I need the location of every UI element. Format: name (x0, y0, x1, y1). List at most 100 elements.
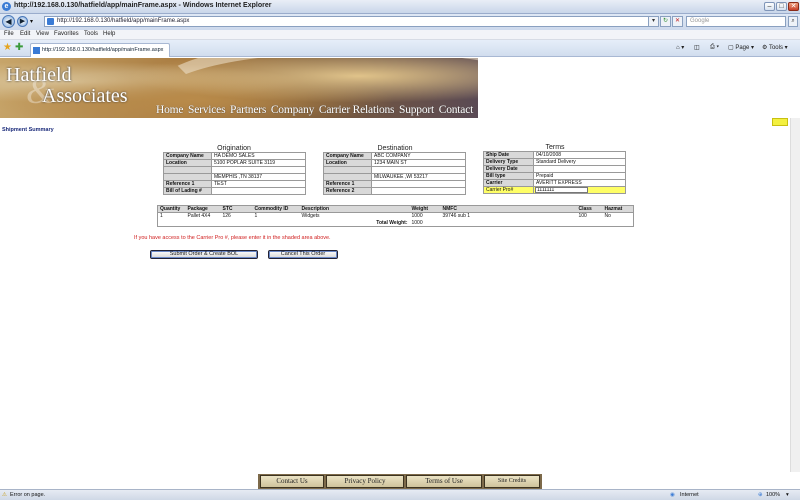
add-favorite-icon[interactable]: ✚ (15, 43, 23, 53)
label-reference1: Reference 1 (163, 180, 212, 188)
col-weight: Weight (409, 205, 441, 213)
nav-contact[interactable]: Contact (439, 104, 474, 116)
submit-order-button[interactable]: Submit Order & Create BOL (150, 250, 258, 259)
home-icon[interactable]: ⌂ ▾ (676, 44, 684, 51)
favorites-star-icon[interactable]: ★ (3, 43, 12, 53)
label-carrier: Carrier (483, 179, 534, 187)
nav-partners[interactable]: Partners (230, 104, 266, 116)
label-city (323, 173, 372, 181)
cell-quantity: 1 (160, 213, 163, 220)
window-title: http://192.168.0.130/hatfield/app/mainFr… (14, 2, 272, 9)
zoom-icon[interactable]: ⊕ (758, 492, 763, 498)
cargo-header-row: Quantity Package STC Commodity ID Descri… (157, 205, 634, 213)
col-class: Class (576, 205, 603, 213)
banner-nav: Home Services Partners Company Carrier R… (156, 104, 475, 116)
origination-bol (211, 187, 306, 195)
cell-weight: 1000 (411, 213, 423, 220)
footer-site-credits[interactable]: Site Credits (484, 475, 540, 488)
cell-commodity-id: 1 (254, 213, 258, 220)
maximize-button[interactable]: □ (776, 2, 787, 11)
tab-favicon-icon (33, 47, 40, 54)
logo-line1: Hatfield (6, 64, 72, 86)
warning-icon[interactable]: ⚠ (2, 492, 7, 498)
search-icon[interactable]: ⌕ (788, 16, 798, 27)
internet-zone-icon: ◉ (670, 492, 675, 498)
nav-services[interactable]: Services (188, 104, 226, 116)
label-reference1: Reference 1 (323, 180, 372, 188)
footer-contact-us[interactable]: Contact Us (260, 475, 324, 488)
destination-title: Destination (377, 145, 413, 152)
nav-home[interactable]: Home (156, 104, 184, 116)
destination-ref1 (371, 180, 466, 188)
zoom-level[interactable]: 100% (766, 492, 780, 498)
footer-terms-of-use[interactable]: Terms of Use (406, 475, 482, 488)
zoom-dropdown-icon[interactable]: ▾ (786, 492, 789, 498)
cell-nmfc: 39746 sub 1 (442, 213, 471, 220)
cell-class: 100 (578, 213, 587, 220)
nav-carrier-relations[interactable]: Carrier Relations (319, 104, 395, 116)
menu-help[interactable]: Help (103, 31, 115, 37)
vertical-scrollbar[interactable] (790, 118, 800, 472)
refresh-icon[interactable]: ↻ (660, 16, 671, 27)
back-button[interactable]: ◀ (2, 15, 15, 28)
menu-bar: File Edit View Favorites Tools Help (0, 30, 800, 40)
page-favicon-icon (47, 18, 54, 25)
origination-address2 (211, 166, 306, 174)
tab-bar: ★ ✚ http://192.168.0.130/hatfield/app/ma… (0, 40, 800, 57)
status-bar: ⚠ Error on page. ◉ Internet ⊕ 100% ▾ (0, 489, 800, 500)
label-city (163, 173, 212, 181)
label-bill-type: Bill type (483, 172, 534, 180)
cell-stc: 126 (222, 213, 231, 220)
stop-icon[interactable]: ✕ (672, 16, 683, 27)
origination-address1: 5100 POPLAR SUITE 3119 (211, 159, 306, 167)
table-row: 1 Pallet 4X4 126 1 Widgets 1000 39746 su… (158, 213, 634, 220)
close-button[interactable]: ✕ (788, 2, 799, 11)
feeds-icon[interactable]: ◫ (694, 44, 700, 51)
tab-current[interactable]: http://192.168.0.130/hatfield/app/mainFr… (30, 43, 170, 57)
print-icon[interactable]: ⎙ ▾ (710, 44, 719, 51)
label-ship-date: Ship Date (483, 151, 534, 159)
page-menu[interactable]: ▢ Page ▾ (728, 44, 754, 51)
carrier-pro-notice: If you have access to the Carrier Pro #,… (134, 235, 331, 241)
destination-city: MILWAUKEE ,WI 53217 (371, 173, 466, 181)
origination-company: HA DEMO SALES (211, 152, 306, 160)
col-package: Package (185, 205, 221, 213)
minimize-button[interactable]: – (764, 2, 775, 11)
total-row: Total Weight: 1000 (158, 220, 634, 227)
label-carrier-pro: Carrier Pro# (483, 186, 534, 194)
forward-button[interactable]: ▶ (17, 16, 28, 27)
tools-menu[interactable]: ⚙ Tools ▾ (762, 44, 788, 51)
label-reference2: Reference 2 (323, 187, 372, 195)
bill-type-value: Prepaid (533, 172, 626, 180)
address-dropdown-icon[interactable]: ▾ (648, 16, 659, 27)
carrier-pro-cell (533, 186, 626, 194)
nav-support[interactable]: Support (399, 104, 434, 116)
cancel-order-button[interactable]: Cancel This Order (268, 250, 338, 259)
origination-title: Origination (217, 145, 251, 152)
status-text[interactable]: Error on page. (10, 492, 45, 498)
terms-table: Ship Date 04/10/2008 Delivery Type Standar… (483, 151, 626, 194)
menu-tools[interactable]: Tools (84, 31, 98, 37)
tab-label: http://192.168.0.130/hatfield/app/mainFr… (42, 47, 164, 53)
destination-table: Company Name ABC COMPANY Location 1234 MAI… (323, 152, 466, 195)
carrier-pro-input[interactable] (535, 187, 588, 193)
menu-edit[interactable]: Edit (20, 31, 30, 37)
origination-table: Company Name HA DEMO SALES Location 5100 P… (163, 152, 306, 195)
nav-company[interactable]: Company (271, 104, 315, 116)
terms-title: Terms (545, 144, 565, 151)
menu-view[interactable]: View (36, 31, 49, 37)
menu-favorites[interactable]: Favorites (54, 31, 79, 37)
destination-address2 (371, 166, 466, 174)
cargo-table: Quantity Package STC Commodity ID Descri… (157, 205, 634, 227)
col-quantity: Quantity (157, 205, 186, 213)
footer-privacy-policy[interactable]: Privacy Policy (326, 475, 404, 488)
origination-ref1: TEST (211, 180, 306, 188)
nav-dropdown-icon[interactable]: ▾ (30, 18, 33, 25)
label-delivery-date: Delivery Date (483, 165, 534, 173)
search-input[interactable]: Google (686, 16, 786, 27)
col-hazmat: Hazmat (602, 205, 634, 213)
label-location: Location (163, 159, 212, 167)
address-input[interactable]: http://192.168.0.130/hatfield/app/mainFr… (44, 16, 654, 27)
menu-file[interactable]: File (4, 31, 14, 37)
col-commodity-id: Commodity ID (252, 205, 300, 213)
